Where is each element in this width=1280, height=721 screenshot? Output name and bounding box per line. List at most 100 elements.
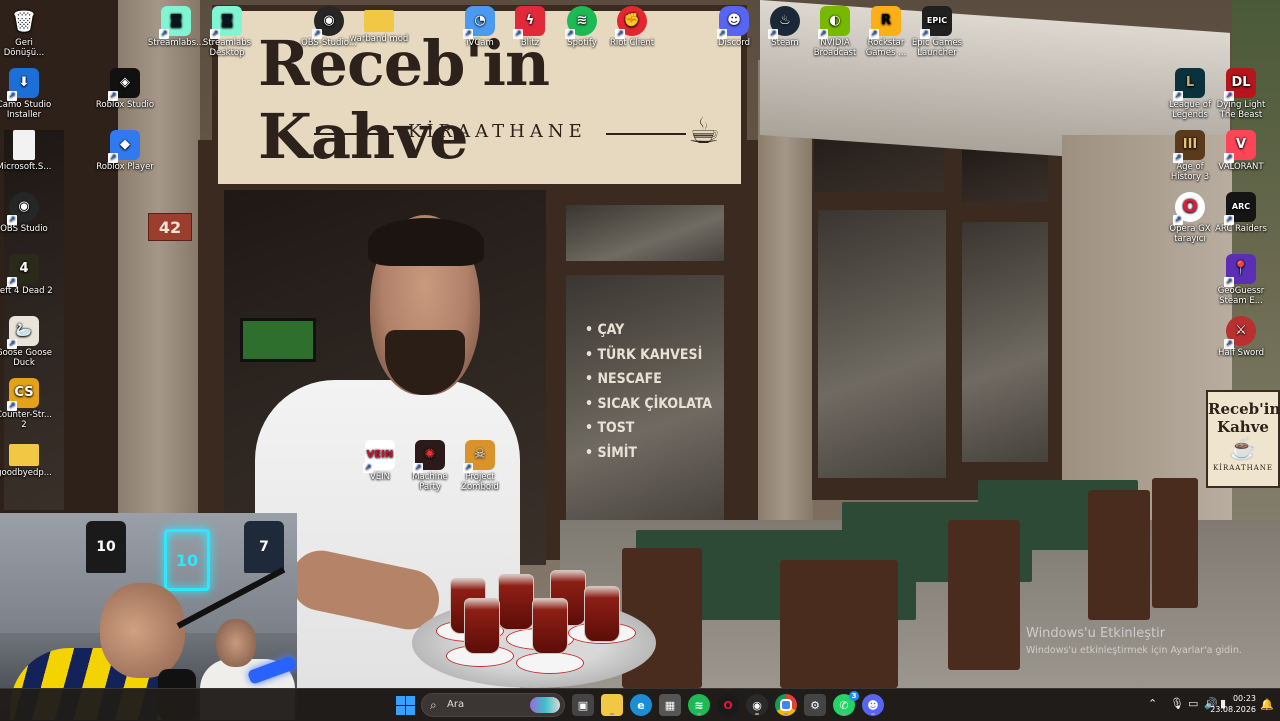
windows-logo-icon	[406, 696, 415, 705]
desktop-icon-label: VALORANT	[1218, 162, 1264, 172]
obs-icon: ◉	[312, 6, 344, 39]
desktop-icon-epic[interactable]: EPIC Epic Games Launcher	[907, 6, 967, 58]
menu-item: SICAK ÇİKOLATA	[585, 392, 712, 417]
vein-icon: VEIN	[363, 440, 395, 473]
guest-face	[216, 619, 256, 667]
tea-glass	[498, 574, 534, 630]
windows-logo-icon	[406, 706, 415, 715]
folder-icon	[364, 10, 394, 32]
right-window-1	[818, 210, 946, 478]
desktop-icon-label: Riot Client	[609, 38, 655, 48]
desktop-icon-left4dead[interactable]: 4 Left 4 Dead 2	[0, 254, 54, 296]
tv-screen	[240, 318, 316, 362]
recycle-bin-icon: 🗑	[11, 9, 37, 33]
streamlabs-icon: ◙	[159, 6, 191, 39]
desktop-icon-blitz[interactable]: ϟ Blitz	[500, 6, 560, 48]
desktop-icon-counter-strike[interactable]: CS Counter-Str... 2	[0, 378, 54, 430]
epic-games-icon: EPIC	[920, 6, 952, 39]
desktop-icon-obs-studio[interactable]: ◉ OBS Studio	[0, 192, 54, 234]
chevron-up-icon[interactable]: ⌃	[1148, 697, 1157, 710]
desktop-icon-label: Roblox Studio	[95, 100, 155, 110]
taskbar-chrome[interactable]	[775, 694, 797, 716]
running-indicator	[842, 713, 846, 715]
chrome-icon	[780, 699, 792, 711]
whatsapp-icon: ✆	[839, 698, 849, 712]
menu-item: SİMİT	[585, 441, 712, 466]
opera-gx-icon: O	[1173, 192, 1205, 225]
taskbar-discord[interactable]: ☻	[862, 694, 884, 716]
microphone-icon[interactable]: 🎙	[1170, 697, 1184, 710]
desktop-icon-label: Dying Light The Beast	[1216, 100, 1266, 120]
desktop-icon-streamlabs-desktop[interactable]: ◙ Streamlabs Desktop	[197, 6, 257, 58]
taskbar-settings[interactable]: ⚙	[804, 694, 826, 716]
chair	[780, 560, 898, 688]
desktop-icon-arc-raiders[interactable]: ARC ARC Raiders	[1211, 192, 1271, 234]
streamer-face	[100, 583, 185, 678]
desktop-icon-warband-mod[interactable]: warband mod	[349, 6, 409, 44]
desktop-icon-geoguessr[interactable]: 📍 GeoGuessr Steam E...	[1211, 254, 1271, 306]
half-sword-icon: ⚔	[1224, 316, 1256, 349]
house-number-plate: 42	[148, 213, 192, 241]
desktop-icon-roblox-player[interactable]: ◆ Roblox Player	[95, 130, 155, 172]
start-button[interactable]	[394, 694, 416, 716]
waiter-hair	[368, 218, 484, 266]
store-icon: ▦	[664, 698, 676, 712]
blitz-icon: ϟ	[513, 6, 545, 39]
task-view-button[interactable]: ▣	[572, 694, 594, 716]
desktop-icon-roblox-studio[interactable]: ◈ Roblox Studio	[95, 68, 155, 110]
chair	[1152, 478, 1198, 608]
activation-subtitle: Windows'u etkinleştirmek için Ayarlar'a …	[1026, 645, 1242, 656]
network-icon[interactable]: ▭	[1188, 697, 1198, 710]
taskbar-search-box[interactable]: ⌕ Ara	[421, 693, 565, 717]
upper-glass	[566, 205, 724, 261]
coffee-cup-icon: ☕	[688, 111, 721, 152]
taskbar-opera-gx[interactable]: O	[717, 694, 739, 716]
rockstar-icon: R	[869, 6, 901, 39]
sidewalk-sign-subtitle: KİRAATHANE	[1212, 464, 1274, 472]
window-menu-list: ÇAY TÜRK KAHVESİ NESCAFE SICAK ÇİKOLATA …	[585, 318, 712, 465]
roblox-studio-icon: ◈	[108, 68, 140, 101]
running-indicator	[755, 713, 759, 715]
desktop-icon-label: Microsoft.S...	[0, 162, 52, 172]
search-highlight-icon	[530, 697, 560, 713]
taskbar-store[interactable]: ▦	[659, 694, 681, 716]
desktop-icon-project-zomboid[interactable]: ☠ Project Zomboid	[450, 440, 510, 492]
taskbar-file-explorer[interactable]	[601, 694, 623, 716]
taskbar-spotify[interactable]: ≋	[688, 694, 710, 716]
counter-strike-icon: CS	[7, 378, 39, 411]
tea-glass	[464, 598, 500, 654]
desktop-icon-microsoft[interactable]: Microsoft.S...	[0, 130, 54, 172]
desktop-icon-half-sword[interactable]: ⚔ Half Sword	[1211, 316, 1271, 358]
desktop-icon-label: Goose Goose Duck	[0, 348, 52, 368]
notification-bell-icon[interactable]: 🔔	[1260, 698, 1274, 711]
taskbar-obs[interactable]: ◉	[746, 694, 768, 716]
chair	[948, 520, 1020, 670]
steam-icon: ♨	[768, 6, 800, 39]
desktop-icon-label: Counter-Str... 2	[0, 410, 53, 430]
dying-light-icon: DL	[1224, 68, 1256, 101]
clock-date: 23.08.2026	[1210, 705, 1256, 714]
desktop-icon-label: Blitz	[520, 38, 540, 48]
sign-title: Receb'in Kahve	[258, 27, 550, 173]
desktop-icon-label: OBS Studio	[0, 224, 48, 234]
taskbar-clock[interactable]: 00:23 23.08.2026	[1210, 693, 1256, 715]
desktop-icon-camo-studio[interactable]: ⬇ Camo Studio Installer	[0, 68, 54, 120]
windows-activation-watermark: Windows'u Etkinleştir Windows'u etkinleş…	[1026, 626, 1242, 657]
desktop-icon-label: Left 4 Dead 2	[0, 286, 53, 296]
taskbar-edge[interactable]: e	[630, 694, 652, 716]
download-arrow-icon: ⬇	[7, 68, 39, 101]
menu-item: TÜRK KAHVESİ	[585, 343, 712, 368]
windows-logo-icon	[396, 706, 405, 715]
desktop-icon-goodbyedp[interactable]: goodbyedp...	[0, 440, 54, 478]
desktop-icon-goose-goose-duck[interactable]: 🦢 Goose Goose Duck	[0, 316, 54, 368]
desktop-icon-riot-client[interactable]: ✊ Riot Client	[602, 6, 662, 48]
desktop-icon-valorant[interactable]: V VALORANT	[1211, 130, 1271, 172]
valorant-icon: V	[1224, 130, 1256, 163]
search-placeholder: Ara	[447, 699, 465, 710]
desktop-icon-dying-light[interactable]: DL Dying Light The Beast	[1211, 68, 1271, 120]
desktop-icon-recycle-bin[interactable]: 🗑 Geri Dönüşü...	[0, 6, 54, 58]
desktop-icon-label: Geri Dönüşü...	[3, 38, 45, 58]
discord-icon: ☻	[717, 6, 749, 39]
desktop-icon-label: Project Zomboid	[461, 472, 499, 492]
taskbar-whatsapp[interactable]: ✆ 3	[833, 691, 859, 716]
